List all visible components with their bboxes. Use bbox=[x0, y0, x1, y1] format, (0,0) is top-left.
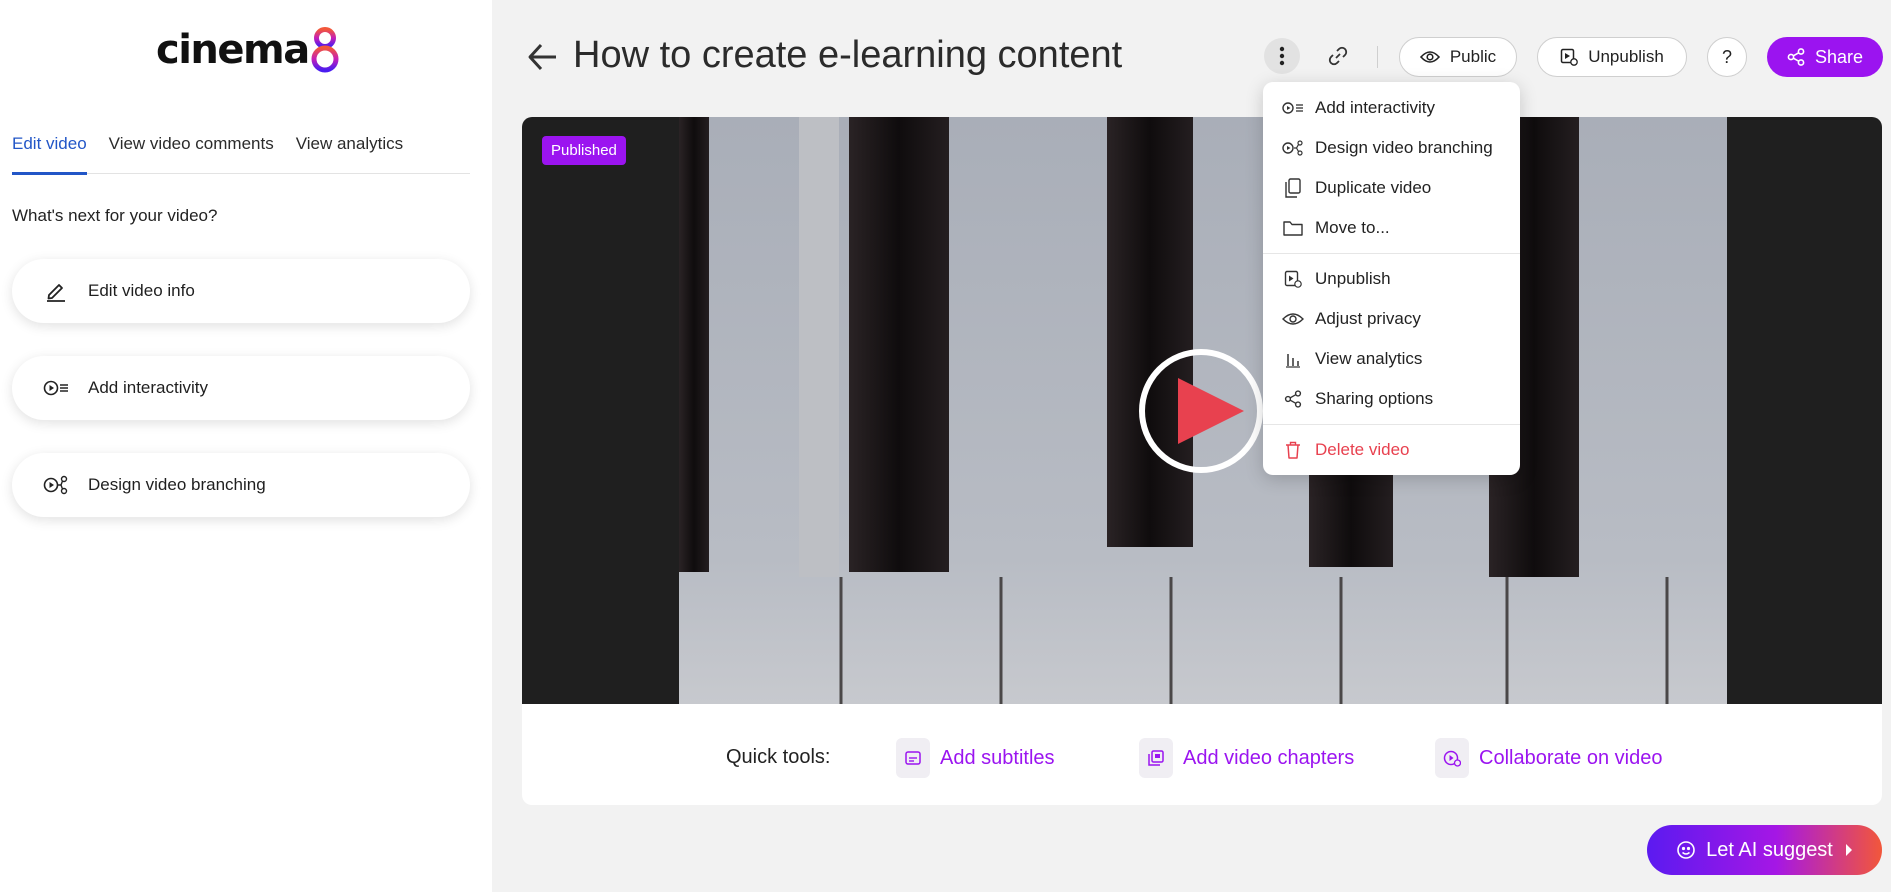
tab-edit-video[interactable]: Edit video bbox=[12, 126, 87, 175]
menu-item-label: Sharing options bbox=[1315, 389, 1434, 408]
sidebar-tabs: Edit video View video comments View anal… bbox=[12, 126, 470, 175]
tab-view-analytics[interactable]: View analytics bbox=[296, 126, 403, 174]
let-ai-suggest-button[interactable]: Let AI suggest bbox=[1647, 825, 1882, 875]
share-icon bbox=[1787, 48, 1805, 66]
menu-item-label: View analytics bbox=[1315, 349, 1423, 368]
branching-icon bbox=[1281, 137, 1305, 159]
menu-item-sharing-options[interactable]: Sharing options bbox=[1263, 379, 1520, 419]
add-video-chapters-label: Add video chapters bbox=[1183, 746, 1355, 769]
menu-divider bbox=[1263, 424, 1520, 425]
status-badge: Published bbox=[542, 136, 626, 165]
add-interactivity-label: Add interactivity bbox=[88, 378, 208, 397]
menu-item-add-interactivity[interactable]: Add interactivity bbox=[1263, 88, 1520, 128]
add-subtitles-label: Add subtitles bbox=[940, 746, 1055, 769]
eye-icon bbox=[1281, 308, 1305, 330]
unpublish-icon bbox=[1281, 268, 1305, 290]
back-arrow-icon[interactable] bbox=[526, 40, 560, 74]
collaborate-on-video-label: Collaborate on video bbox=[1479, 746, 1663, 769]
pencil-icon bbox=[42, 279, 70, 303]
duplicate-icon bbox=[1281, 177, 1305, 199]
menu-divider bbox=[1263, 253, 1520, 254]
collaborate-icon bbox=[1435, 738, 1469, 778]
design-video-branching-label: Design video branching bbox=[88, 475, 266, 494]
interactivity-icon bbox=[42, 376, 70, 400]
caret-right-icon bbox=[1845, 843, 1853, 857]
edit-video-info-label: Edit video info bbox=[88, 281, 195, 300]
tab-view-video-comments[interactable]: View video comments bbox=[109, 126, 274, 174]
menu-item-adjust-privacy[interactable]: Adjust privacy bbox=[1263, 299, 1520, 339]
public-label: Public bbox=[1449, 47, 1497, 66]
unpublish-icon bbox=[1560, 48, 1579, 66]
interactivity-icon bbox=[1281, 97, 1305, 119]
subtitles-icon bbox=[896, 738, 930, 778]
sidebar: cinema Edit video View video comments Vi… bbox=[0, 0, 492, 892]
eye-icon bbox=[1419, 50, 1440, 64]
help-button[interactable]: ? bbox=[1707, 37, 1747, 77]
copy-link-button[interactable] bbox=[1322, 40, 1354, 72]
cinema8-logo[interactable]: cinema bbox=[156, 26, 339, 74]
share-button[interactable]: Share bbox=[1767, 37, 1883, 77]
page-title: How to create e-learning content bbox=[573, 34, 1123, 76]
menu-item-unpublish[interactable]: Unpublish bbox=[1263, 259, 1520, 299]
menu-item-label: Design video branching bbox=[1315, 138, 1493, 157]
share-label: Share bbox=[1814, 46, 1864, 67]
menu-item-view-analytics[interactable]: View analytics bbox=[1263, 339, 1520, 379]
unpublish-button[interactable]: Unpublish bbox=[1537, 37, 1687, 77]
trash-icon bbox=[1281, 439, 1305, 461]
menu-item-delete-video[interactable]: Delete video bbox=[1263, 430, 1520, 470]
menu-item-label: Duplicate video bbox=[1315, 178, 1432, 197]
unpublish-label: Unpublish bbox=[1588, 47, 1664, 66]
kebab-icon bbox=[1279, 46, 1285, 66]
menu-item-duplicate-video[interactable]: Duplicate video bbox=[1263, 168, 1520, 208]
branching-icon bbox=[42, 473, 70, 497]
menu-item-move-to[interactable]: Move to... bbox=[1263, 208, 1520, 248]
logo-text: cinema bbox=[156, 27, 310, 73]
more-options-button[interactable] bbox=[1264, 38, 1300, 74]
menu-item-label: Add interactivity bbox=[1315, 98, 1435, 117]
share-icon bbox=[1281, 388, 1305, 410]
more-options-menu: Add interactivity Design video branching… bbox=[1263, 82, 1520, 475]
menu-item-label: Unpublish bbox=[1315, 269, 1391, 288]
chapters-icon bbox=[1139, 738, 1173, 778]
menu-item-label: Delete video bbox=[1315, 440, 1410, 459]
ai-sparkle-icon bbox=[1676, 840, 1696, 860]
play-button-icon[interactable] bbox=[1138, 348, 1264, 474]
edit-video-info-button[interactable]: Edit video info bbox=[12, 259, 470, 323]
quick-tools-label: Quick tools: bbox=[726, 746, 831, 768]
add-interactivity-button[interactable]: Add interactivity bbox=[12, 356, 470, 420]
analytics-icon bbox=[1281, 348, 1305, 370]
collaborate-on-video-button[interactable]: Collaborate on video bbox=[1435, 738, 1662, 778]
design-video-branching-button[interactable]: Design video branching bbox=[12, 453, 470, 517]
public-button[interactable]: Public bbox=[1399, 37, 1517, 77]
menu-item-label: Move to... bbox=[1315, 218, 1390, 237]
logo-eight-icon bbox=[311, 27, 339, 73]
video-player[interactable]: Published bbox=[522, 117, 1882, 704]
link-icon bbox=[1328, 46, 1348, 66]
header-divider bbox=[1377, 46, 1378, 68]
add-subtitles-button[interactable]: Add subtitles bbox=[896, 738, 1055, 778]
menu-item-design-video-branching[interactable]: Design video branching bbox=[1263, 128, 1520, 168]
let-ai-suggest-label: Let AI suggest bbox=[1706, 838, 1833, 861]
menu-item-label: Adjust privacy bbox=[1315, 309, 1421, 328]
next-steps-heading: What's next for your video? bbox=[12, 206, 218, 225]
add-video-chapters-button[interactable]: Add video chapters bbox=[1139, 738, 1354, 778]
folder-icon bbox=[1281, 217, 1305, 239]
